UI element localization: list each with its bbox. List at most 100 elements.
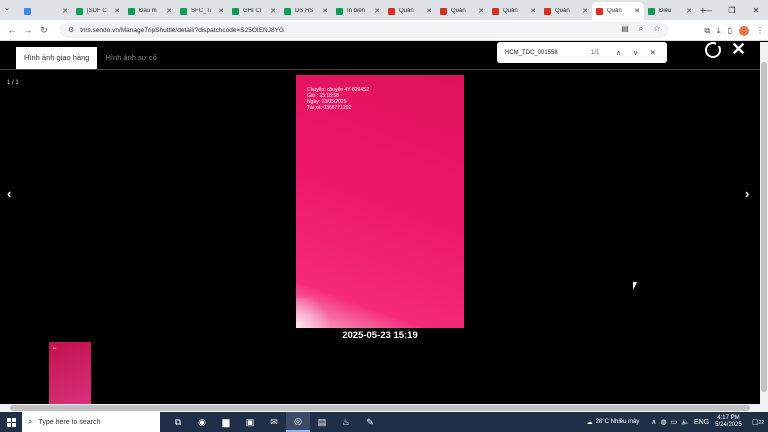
store-icon[interactable]: ▣ <box>238 412 262 432</box>
next-image-icon[interactable]: › <box>745 186 749 201</box>
window-close-icon[interactable]: ✕ <box>744 0 768 20</box>
taskbar-search[interactable]: ⌕ Type here to search <box>22 412 160 432</box>
horizontal-scrollbar[interactable] <box>0 404 768 412</box>
browser-tab[interactable]: Quản ✕ <box>384 2 436 20</box>
cloud-icon: ☁ <box>586 419 593 426</box>
vertical-scrollbar[interactable] <box>760 42 768 404</box>
tab-incident-images[interactable]: Hình ảnh sự cố <box>97 47 164 69</box>
windows-taskbar: ⌕ Type here to search ⧉ ◉ ▆ ▣ ✉ ◎ ▤ ♨ ✎ … <box>0 412 768 432</box>
tab-label: [SDF C <box>87 8 107 14</box>
profile-avatar[interactable] <box>739 25 749 36</box>
find-prev-icon[interactable]: ∧ <box>616 49 621 57</box>
weather-widget[interactable]: ☁ 28°C Nhiều mây <box>587 419 640 426</box>
tab-close-icon[interactable]: ✕ <box>61 7 69 15</box>
find-close-icon[interactable]: ✕ <box>650 49 656 57</box>
app-flame-icon[interactable]: ♨ <box>334 412 358 432</box>
image-counter: 1 / 1 <box>7 80 19 86</box>
browser-toolbar: ← → ↻ ⚙ tms.sendo.vn/ManageTripShuttle/d… <box>0 20 768 41</box>
browser-tab[interactable]: Điều ✕ <box>644 2 696 20</box>
photo-glare <box>296 298 336 328</box>
chrome-icon[interactable]: ◎ <box>286 412 310 432</box>
tab-close-icon[interactable]: ✕ <box>373 7 381 15</box>
browser-tab[interactable]: [SDF C ✕ <box>72 2 124 20</box>
tab-close-icon[interactable]: ✕ <box>217 7 225 15</box>
tab-list: ✕ [SDF C ✕ Đầu m ✕ SFC_Ti ✕ GHI CI ✕ DS HS ✕ In biê… <box>20 2 696 20</box>
clock-date: 5/24/2025 <box>715 422 742 428</box>
browser-tab[interactable]: DS HS ✕ <box>280 2 332 20</box>
photo-thumbnail[interactable]: ▪▪▪ <box>49 342 91 404</box>
browser-tab[interactable]: SFC_Ti ✕ <box>176 2 228 20</box>
bookmark-star-icon[interactable]: ☆ <box>652 24 662 34</box>
tab-label: Đầu m <box>139 8 157 14</box>
site-info-icon[interactable]: ⚙ <box>68 26 74 34</box>
taskbar-search-placeholder: Type here to search <box>38 418 101 426</box>
tab-close-icon[interactable]: ✕ <box>321 7 329 15</box>
zoom-icon[interactable]: ⌕ <box>636 24 646 34</box>
url-text: tms.sendo.vn/ManageTripShuttle/detail/?d… <box>80 26 285 34</box>
notification-icon[interactable]: ▢22 <box>752 418 764 426</box>
tab-close-icon[interactable]: ✕ <box>113 7 121 15</box>
hscroll-thumb[interactable] <box>10 405 750 411</box>
language-icon[interactable]: ENG <box>694 419 709 426</box>
viewer-close-icon[interactable]: ✕ <box>731 39 746 60</box>
volume-icon[interactable]: 🔈 <box>681 418 690 426</box>
tab-close-icon[interactable]: ✕ <box>269 7 277 15</box>
tab-close-icon[interactable]: ✕ <box>477 7 485 15</box>
taskbar-apps: ⧉ ◉ ▆ ▣ ✉ ◎ ▤ ♨ ✎ <box>166 412 382 432</box>
network-icon[interactable]: ▭ <box>671 418 678 426</box>
tab-close-icon[interactable]: ✕ <box>633 7 641 15</box>
prev-image-icon[interactable]: ‹ <box>7 186 11 201</box>
download-icon[interactable]: ⤓ <box>717 26 721 36</box>
tab-close-icon[interactable]: ✕ <box>165 7 173 15</box>
menu-kebab-icon[interactable]: ⋮ <box>756 26 764 35</box>
browser-tab[interactable]: ✕ <box>20 2 72 20</box>
mail-icon[interactable]: ✉ <box>262 412 286 432</box>
tab-close-icon[interactable]: ✕ <box>685 7 693 15</box>
tab-close-icon[interactable]: ✕ <box>581 7 589 15</box>
address-bar[interactable]: ⚙ tms.sendo.vn/ManageTripShuttle/detail/… <box>60 22 668 38</box>
clock[interactable]: 4:17 PM 5/24/2025 <box>715 415 742 429</box>
tab-favicon-icon <box>336 7 343 15</box>
image-viewer: Hình ảnh giao hàng Hình ảnh sự cố 1 / 1 … <box>0 39 760 404</box>
start-button[interactable] <box>0 412 22 432</box>
app-tool-icon[interactable]: ✎ <box>358 412 382 432</box>
rotate-icon[interactable] <box>705 41 721 58</box>
delivery-photo[interactable]: Chuyến: chuyến 4Y 8294S2 Giờ : 15:18:58 Ng… <box>296 75 464 328</box>
file-explorer-icon[interactable]: ▆ <box>214 412 238 432</box>
search-icon: ⌕ <box>28 417 33 426</box>
browser-tab[interactable]: Quản ✕ <box>488 2 540 20</box>
scrollbar-thumb[interactable] <box>761 62 767 392</box>
page-info-icon[interactable]: ▤ <box>620 24 630 34</box>
task-view-icon[interactable]: ⧉ <box>166 412 190 432</box>
extensions-icon[interactable]: ⧉ <box>704 26 710 36</box>
browser-tab[interactable]: Đầu m ✕ <box>124 2 176 20</box>
tab-close-icon[interactable]: ✕ <box>529 7 537 15</box>
reload-icon[interactable]: ↻ <box>36 25 52 36</box>
tab-search-icon[interactable]: ⌄ <box>4 4 10 12</box>
sticky-notes-icon[interactable]: ▤ <box>310 412 334 432</box>
find-next-icon[interactable]: ∨ <box>633 49 638 57</box>
tab-label: Quản <box>555 8 570 14</box>
minimize-icon[interactable]: — <box>696 0 720 20</box>
mouse-cursor <box>633 282 637 290</box>
tab-label: In biên <box>347 8 366 14</box>
edge-icon[interactable]: ◉ <box>190 412 214 432</box>
clock-time: 4:17 PM <box>717 415 740 421</box>
sidepanel-icon[interactable]: ▯ <box>728 26 732 35</box>
tray-app-icon[interactable]: ◍ <box>660 418 666 426</box>
tab-delivery-images[interactable]: Hình ảnh giao hàng <box>16 47 98 69</box>
browser-tab[interactable]: GHI CI ✕ <box>228 2 280 20</box>
tray-chevron-icon[interactable]: ∧ <box>651 418 656 426</box>
maximize-icon[interactable]: ❐ <box>720 0 744 20</box>
browser-tab[interactable]: In biên ✕ <box>332 2 384 20</box>
forward-icon[interactable]: → <box>20 25 36 35</box>
back-icon[interactable]: ← <box>4 25 20 35</box>
browser-tab[interactable]: Quản ✕ <box>436 2 488 20</box>
find-bar: HCM_TDC_001558 1/1 ∧ ∨ ✕ <box>497 42 667 63</box>
find-input[interactable]: HCM_TDC_001558 <box>505 50 558 56</box>
browser-tab[interactable]: Quản ✕ <box>592 2 644 20</box>
tab-close-icon[interactable]: ✕ <box>425 7 433 15</box>
browser-tab[interactable]: Quản ✕ <box>540 2 592 20</box>
find-match-count: 1/1 <box>591 49 600 56</box>
tab-label: Điều <box>659 8 672 14</box>
